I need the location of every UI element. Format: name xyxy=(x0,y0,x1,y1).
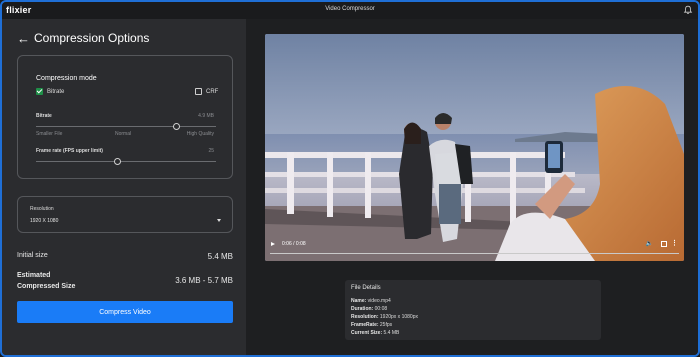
bitrate-slider-track[interactable] xyxy=(36,126,216,127)
resolution-value: 1920 X 1080 xyxy=(30,218,59,224)
mode-bitrate-option[interactable]: Bitrate xyxy=(36,88,64,95)
file-details-card: File Details Name: video.mp4 Duration: 0… xyxy=(345,280,601,340)
mode-crf-option[interactable]: CRF xyxy=(195,88,218,95)
bitrate-scale-max: High Quality xyxy=(186,131,214,137)
app-window: flixier Video Compressor ← Compression O… xyxy=(0,0,700,357)
back-button[interactable]: ← Compression Options xyxy=(17,31,149,45)
title-bar: flixier Video Compressor xyxy=(2,2,698,19)
preview-panel: 0:06 / 0:08 🔈 ⋮ File Details Name: video… xyxy=(246,19,698,355)
resolution-select[interactable]: Resolution 1920 X 1080 xyxy=(17,196,233,233)
caret-down-icon xyxy=(217,219,221,222)
detail-framerate: FrameRate: 25fps xyxy=(351,322,393,328)
detail-current-size: Current Size: 5.4 MB xyxy=(351,330,400,336)
window-title: Video Compressor xyxy=(325,6,375,12)
fullscreen-icon[interactable] xyxy=(661,241,667,247)
initial-size-value: 5.4 MB xyxy=(207,252,233,261)
estimated-label-line2: Compressed Size xyxy=(17,283,76,290)
compress-video-button[interactable]: Compress Video xyxy=(17,301,233,323)
bitrate-scale-min: Smaller File xyxy=(36,131,63,137)
estimated-size-value: 3.6 MB - 5.7 MB xyxy=(175,276,233,285)
file-details-title: File Details xyxy=(351,285,381,291)
framerate-slider-thumb[interactable] xyxy=(113,158,121,165)
compression-mode-title: Compression mode xyxy=(36,75,97,82)
bell-icon[interactable] xyxy=(683,5,693,15)
compression-mode-card: Compression mode Bitrate CRF Bitrate 4.9… xyxy=(17,55,233,179)
detail-duration: Duration: 00:08 xyxy=(351,306,388,312)
more-icon[interactable]: ⋮ xyxy=(671,239,678,247)
volume-icon[interactable]: 🔈 xyxy=(646,240,653,247)
detail-name: Name: video.mp4 xyxy=(351,298,391,304)
bitrate-label: Bitrate xyxy=(36,113,52,119)
check-icon[interactable] xyxy=(36,88,43,95)
mode-crf-label: CRF xyxy=(206,88,219,95)
framerate-label: Frame rate (FPS upper limit) xyxy=(36,148,103,154)
estimated-label-line1: Estimated xyxy=(17,272,51,279)
play-icon[interactable] xyxy=(271,242,275,246)
resolution-label: Resolution xyxy=(30,206,54,212)
bitrate-slider-thumb[interactable] xyxy=(172,123,180,130)
back-arrow-icon: ← xyxy=(17,30,30,46)
video-frame xyxy=(265,34,684,261)
crf-checkbox[interactable] xyxy=(195,88,202,95)
options-panel: ← Compression Options Compression mode B… xyxy=(2,19,246,355)
video-time: 0:06 / 0:08 xyxy=(282,241,306,247)
detail-resolution: Resolution: 1920px x 1080px xyxy=(351,314,418,320)
video-controls: 0:06 / 0:08 🔈 ⋮ xyxy=(265,239,684,261)
video-progress-bar[interactable] xyxy=(270,253,679,254)
framerate-value: 25 xyxy=(208,148,214,154)
page-title: Compression Options xyxy=(34,31,150,45)
initial-size-label: Initial size xyxy=(17,252,48,259)
mode-bitrate-label: Bitrate xyxy=(47,88,65,95)
bitrate-scale-mid: Normal xyxy=(115,131,132,137)
framerate-slider-track[interactable] xyxy=(36,161,216,162)
bitrate-value: 4.9 MB xyxy=(198,113,214,119)
video-player[interactable]: 0:06 / 0:08 🔈 ⋮ xyxy=(265,34,684,261)
